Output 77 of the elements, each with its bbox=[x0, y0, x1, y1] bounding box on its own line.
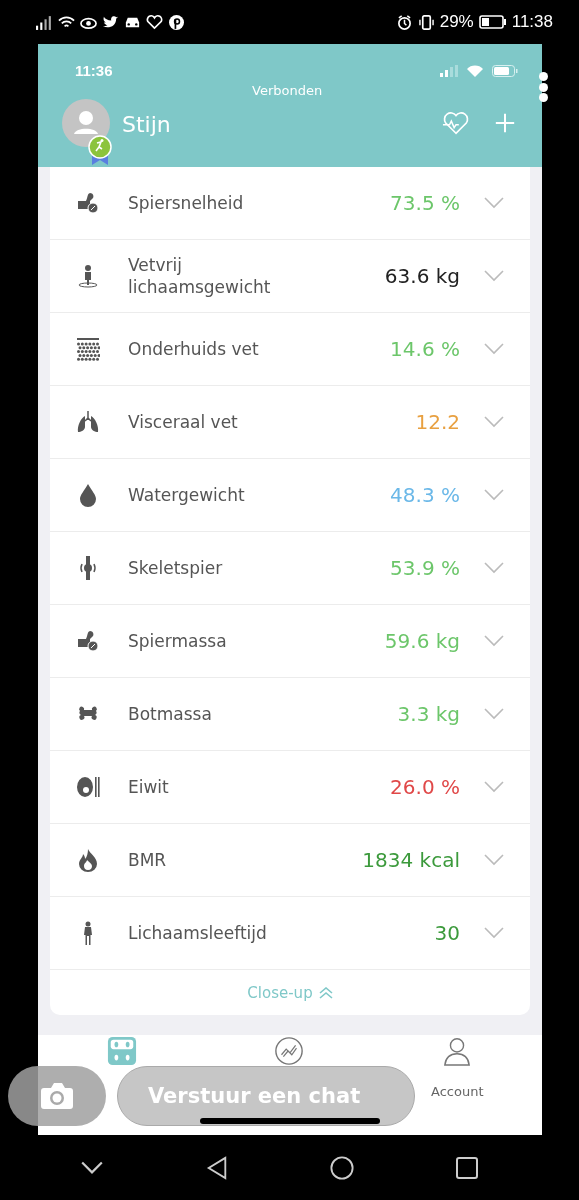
metric-label: BMR bbox=[128, 848, 168, 872]
connection-status: Verbonden bbox=[252, 83, 323, 98]
wifi-icon bbox=[58, 14, 75, 30]
clock-time: 11:36 bbox=[75, 62, 113, 79]
metric-value: 30 bbox=[434, 921, 460, 945]
metric-value: 53.9 % bbox=[390, 556, 460, 580]
metric-label: Visceraal vet bbox=[128, 410, 239, 434]
chevron-down-icon bbox=[484, 927, 504, 939]
metric-row[interactable]: BMR 1834 kcal bbox=[50, 824, 530, 897]
chevron-down-icon bbox=[484, 270, 504, 282]
recents-icon bbox=[454, 1155, 479, 1180]
double-chevron-up-icon bbox=[318, 986, 333, 999]
heart-icon bbox=[146, 14, 163, 30]
signal-icon bbox=[440, 64, 458, 77]
metric-row[interactable]: Spiermassa 59.6 kg bbox=[50, 605, 530, 678]
metric-row[interactable]: Visceraal vet 12.2 bbox=[50, 386, 530, 459]
metric-value: 3.3 kg bbox=[397, 702, 460, 726]
metric-value: 14.6 % bbox=[390, 337, 460, 361]
chevron-down-icon bbox=[484, 635, 504, 647]
egg-icon bbox=[76, 775, 100, 799]
chat-prompt: Verstuur een chat bbox=[148, 1084, 361, 1108]
chevron-down-icon bbox=[484, 562, 504, 574]
chevron-down-icon bbox=[484, 708, 504, 720]
metric-label: Spiersnelheid bbox=[128, 191, 245, 215]
battery-percent: 29% bbox=[439, 12, 474, 32]
metric-label: Eiwit bbox=[128, 775, 170, 799]
chevron-down-icon bbox=[484, 416, 504, 428]
metric-value: 48.3 % bbox=[390, 483, 460, 507]
standing-figure-icon bbox=[76, 264, 100, 288]
metric-value: 1834 kcal bbox=[362, 848, 460, 872]
signal-icon bbox=[36, 14, 53, 30]
wifi-icon bbox=[466, 64, 484, 77]
metric-row[interactable]: Onderhuids vet 14.6 % bbox=[50, 313, 530, 386]
metric-value: 73.5 % bbox=[390, 191, 460, 215]
camera-button[interactable] bbox=[8, 1066, 106, 1126]
metric-label: Lichaamsleeftijd bbox=[128, 921, 268, 945]
heart-rate-icon bbox=[442, 110, 470, 136]
clock-time: 11:38 bbox=[511, 12, 553, 32]
lungs-icon bbox=[76, 410, 100, 434]
battery-icon bbox=[478, 15, 507, 29]
metric-row[interactable]: Eiwit 26.0 % bbox=[50, 751, 530, 824]
alarm-icon bbox=[395, 14, 413, 30]
chevron-down-icon bbox=[484, 343, 504, 355]
metric-value: 12.2 bbox=[415, 410, 460, 434]
more-icon[interactable] bbox=[539, 72, 549, 102]
metric-label: Skeletspier bbox=[128, 556, 224, 580]
metric-row[interactable]: Lichaamsleeftijd 30 bbox=[50, 897, 530, 970]
metric-row[interactable]: Vetvrij lichaamsgewicht 63.6 kg bbox=[50, 240, 530, 313]
metric-label: Spiermassa bbox=[128, 629, 228, 653]
metric-value: 26.0 % bbox=[390, 775, 460, 799]
metric-value: 63.6 kg bbox=[384, 264, 460, 288]
user-name: Stijn bbox=[122, 111, 171, 137]
bird-icon bbox=[102, 14, 119, 30]
flame-icon bbox=[76, 848, 100, 872]
metric-label: Vetvrij lichaamsgewicht bbox=[128, 253, 272, 299]
metric-row[interactable]: Botmassa 3.3 kg bbox=[50, 678, 530, 751]
nav-tab[interactable] bbox=[274, 1036, 304, 1066]
camera-icon bbox=[40, 1082, 74, 1110]
vibrate-icon bbox=[417, 14, 435, 30]
metric-row[interactable]: Spiersnelheid 73.5 % bbox=[50, 167, 530, 240]
metric-label: Watergewicht bbox=[128, 483, 246, 507]
home-icon bbox=[329, 1155, 354, 1180]
dotted-layer-icon bbox=[76, 337, 100, 361]
person-icon bbox=[442, 1036, 473, 1066]
badge-icon bbox=[88, 135, 112, 165]
chevron-down-icon bbox=[484, 781, 504, 793]
add-icon bbox=[494, 112, 516, 134]
metric-label: Botmassa bbox=[128, 702, 213, 726]
metric-value: 59.6 kg bbox=[384, 629, 460, 653]
battery-icon bbox=[492, 64, 518, 77]
metric-row[interactable]: Skeletspier 53.9 % bbox=[50, 532, 530, 605]
chevron-down-icon bbox=[484, 489, 504, 501]
metric-row[interactable]: Watergewicht 48.3 % bbox=[50, 459, 530, 532]
chevron-down-icon bbox=[484, 854, 504, 866]
metric-label: Onderhuids vet bbox=[128, 337, 260, 361]
trend-icon bbox=[274, 1036, 304, 1066]
chevron-down-icon bbox=[484, 197, 504, 209]
